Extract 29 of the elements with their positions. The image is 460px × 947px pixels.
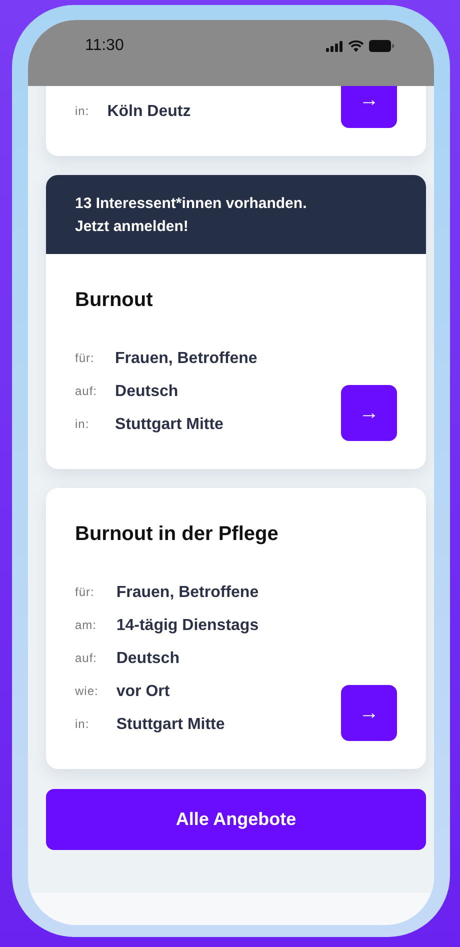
- status-time: 11:30: [85, 36, 124, 56]
- field-value: Stuttgart Mitte: [115, 415, 224, 435]
- field-label: für:: [75, 350, 96, 367]
- battery-icon: [369, 40, 394, 52]
- field-label: auf:: [75, 650, 98, 667]
- field-value: Frauen, Betroffene: [115, 349, 258, 369]
- offer-banner: 13 Interessent*innen vorhanden. Jetzt anmelden!: [46, 175, 426, 254]
- arrow-button[interactable]: →: [341, 685, 397, 741]
- field-label: in:: [75, 716, 90, 733]
- offer-title: Burnout: [75, 288, 154, 313]
- field-value: Frauen, Betroffene: [116, 583, 259, 603]
- field-value: Deutsch: [116, 649, 180, 669]
- field-label: auf:: [75, 383, 98, 400]
- wifi-icon: [348, 40, 364, 52]
- arrow-button[interactable]: →: [341, 385, 397, 441]
- field-value: Deutsch: [115, 382, 180, 402]
- offer-title: Burnout in der Pflege: [75, 522, 280, 547]
- all-offers-button[interactable]: Alle Angebote: [46, 789, 426, 850]
- field-label: für:: [75, 584, 96, 601]
- field-value: vor Ort: [116, 682, 171, 702]
- field-label: wie:: [75, 683, 98, 700]
- arrow-button[interactable]: →: [341, 86, 397, 128]
- field-value: Stuttgart Mitte: [116, 715, 226, 735]
- field-value: 14-tägig Dienstags: [116, 616, 259, 636]
- field-label: am:: [75, 617, 98, 634]
- field-value: Köln Deutz: [107, 102, 191, 122]
- signal-icon: [326, 40, 343, 52]
- field-label: in:: [75, 103, 90, 120]
- field-label: in:: [75, 416, 90, 433]
